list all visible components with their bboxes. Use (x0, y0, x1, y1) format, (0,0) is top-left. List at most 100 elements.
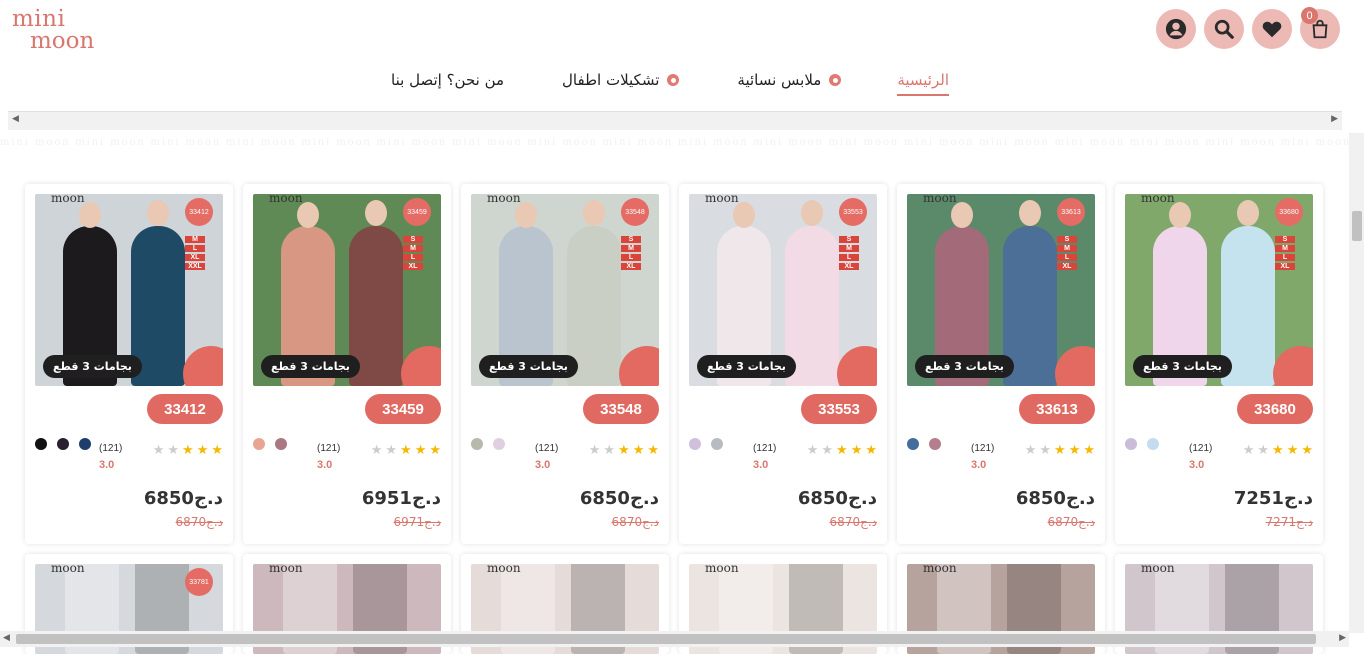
product-image[interactable]: moon 33459 S M L XL بجامات 3 قطع (253, 194, 441, 386)
rating-value: 3.0 (971, 459, 987, 471)
scrollbar-thumb[interactable] (16, 634, 1316, 644)
rating-count: (121) (317, 443, 341, 454)
scroll-right-arrow-icon[interactable]: ▶ (1339, 633, 1346, 643)
search-button[interactable] (1204, 9, 1244, 49)
color-swatch[interactable] (471, 438, 483, 450)
color-swatch[interactable] (493, 438, 505, 450)
product-image[interactable]: moon 33613 S M L XL بجامات 3 قطع (907, 194, 1095, 386)
product-code-button[interactable]: 33613 (1019, 394, 1095, 424)
cart-button[interactable]: 0 (1300, 7, 1340, 49)
size-tag: L (839, 254, 859, 261)
model-head (1237, 200, 1259, 226)
product-code-button[interactable]: 33459 (365, 394, 441, 424)
color-swatch[interactable] (689, 438, 701, 450)
color-swatch[interactable] (1125, 438, 1137, 450)
star-icon: ★ (1286, 443, 1299, 458)
color-swatch[interactable] (253, 438, 265, 450)
color-swatch[interactable] (275, 438, 287, 450)
product-card[interactable]: moon 33553 S M L XL بجامات 3 قطع 33553 ★ ★ ★ ★… (679, 184, 887, 544)
rating-value: 3.0 (1189, 459, 1205, 471)
model-head (147, 200, 169, 226)
product-image[interactable]: moon 33680 S M L XL بجامات 3 قطع (1125, 194, 1313, 386)
product-code-button[interactable]: 33548 (583, 394, 659, 424)
product-card[interactable]: moon 33613 S M L XL بجامات 3 قطع 33613 ★ ★ ★ ★… (897, 184, 1105, 544)
product-card[interactable]: moon 33680 S M L XL بجامات 3 قطع 33680 ★ ★ ★ ★… (1115, 184, 1323, 544)
size-tag: XL (621, 263, 641, 270)
star-icon: ★ (1039, 443, 1052, 458)
size-tags: S M L XL (1057, 236, 1077, 270)
color-swatch[interactable] (711, 438, 723, 450)
nav-item-kids[interactable]: تشكيلات اطفال (562, 66, 680, 94)
size-tag: XXL (185, 263, 205, 270)
color-swatches (689, 438, 723, 450)
rating-count: (121) (753, 443, 777, 454)
product-card[interactable]: moon 33412 M L XL XXL بجامات 3 قطع 33412 ★ ★… (25, 184, 233, 544)
size-tag: XL (403, 263, 423, 270)
nav-item-about-contact[interactable]: من نحن؟ إتصل بنا (391, 66, 504, 94)
size-tag: L (403, 254, 423, 261)
header-actions: 0 (1156, 7, 1340, 49)
star-icon: ★ (1083, 443, 1095, 458)
star-rating: ★ ★ ★ ★ ★ (589, 444, 659, 457)
image-brand-mark: moon (923, 194, 957, 205)
model-head (733, 202, 755, 228)
wishlist-button[interactable] (1252, 9, 1292, 49)
model-head (515, 202, 537, 228)
rating-value: 3.0 (317, 459, 333, 471)
size-tag: L (185, 245, 205, 252)
star-icon: ★ (618, 443, 630, 458)
page-horizontal-scrollbar[interactable]: ◀ ▶ (0, 631, 1349, 647)
image-code-badge: 33553 (839, 198, 867, 226)
size-tag: XL (1275, 263, 1295, 270)
scrollbar-thumb[interactable] (1352, 211, 1362, 241)
scroll-left-arrow-icon[interactable]: ◀ (12, 114, 19, 124)
image-code-badge: 33781 (185, 568, 213, 596)
image-brand-mark: moon (269, 194, 303, 205)
product-code-button[interactable]: 33553 (801, 394, 877, 424)
model-head (583, 200, 605, 226)
nav-item-home[interactable]: الرئيسية (897, 66, 949, 96)
star-rating: ★ ★ ★ ★ ★ (1025, 444, 1095, 457)
star-rating: ★ ★ ★ ★ ★ (153, 444, 223, 457)
model-head (79, 202, 101, 228)
product-price: 6850د.ج (579, 488, 659, 509)
site-logo[interactable]: mini moon (12, 8, 112, 53)
page-vertical-scrollbar[interactable] (1349, 133, 1364, 633)
old-price: 6870د.ج (1047, 515, 1095, 529)
decorative-pattern-band: mini moon mini moon mini moon mini moon … (0, 134, 1352, 148)
star-icon: ★ (385, 443, 398, 458)
product-image[interactable]: moon 33553 S M L XL بجامات 3 قطع (689, 194, 877, 386)
size-tag: L (1057, 254, 1077, 261)
star-icon: ★ (647, 443, 659, 458)
nav-horizontal-scrollbar[interactable]: ◀ ▶ (8, 111, 1342, 130)
model-head (951, 202, 973, 228)
color-swatch[interactable] (79, 438, 91, 450)
product-code-button[interactable]: 33680 (1237, 394, 1313, 424)
image-brand-mark: moon (1141, 194, 1175, 205)
scroll-left-arrow-icon[interactable]: ◀ (3, 633, 10, 643)
color-swatch[interactable] (35, 438, 47, 450)
product-card[interactable]: moon 33459 S M L XL بجامات 3 قطع 33459 ★ ★ ★ ★… (243, 184, 451, 544)
nav-item-label: ملابس نسائية (737, 71, 822, 89)
size-tag: S (1275, 236, 1295, 243)
image-brand-mark: moon (705, 194, 739, 205)
product-image[interactable]: moon 33412 M L XL XXL بجامات 3 قطع (35, 194, 223, 386)
product-code-button[interactable]: 33412 (147, 394, 223, 424)
rating-count: (121) (535, 443, 559, 454)
bullet-icon (829, 74, 842, 86)
color-swatch[interactable] (57, 438, 69, 450)
color-swatch[interactable] (907, 438, 919, 450)
color-swatch[interactable] (1147, 438, 1159, 450)
star-icon: ★ (821, 443, 834, 458)
star-icon: ★ (865, 443, 877, 458)
account-button[interactable] (1156, 9, 1196, 49)
size-tag: XL (839, 263, 859, 270)
product-image[interactable]: moon 33548 S M L XL بجامات 3 قطع (471, 194, 659, 386)
product-card[interactable]: moon 33548 S M L XL بجامات 3 قطع 33548 ★ ★ ★ ★… (461, 184, 669, 544)
scroll-right-arrow-icon[interactable]: ▶ (1331, 114, 1338, 124)
rating-count: (121) (1189, 443, 1213, 454)
nav-item-women[interactable]: ملابس نسائية (737, 66, 842, 94)
color-swatch[interactable] (929, 438, 941, 450)
size-tag: S (839, 236, 859, 243)
model-head (1019, 200, 1041, 226)
